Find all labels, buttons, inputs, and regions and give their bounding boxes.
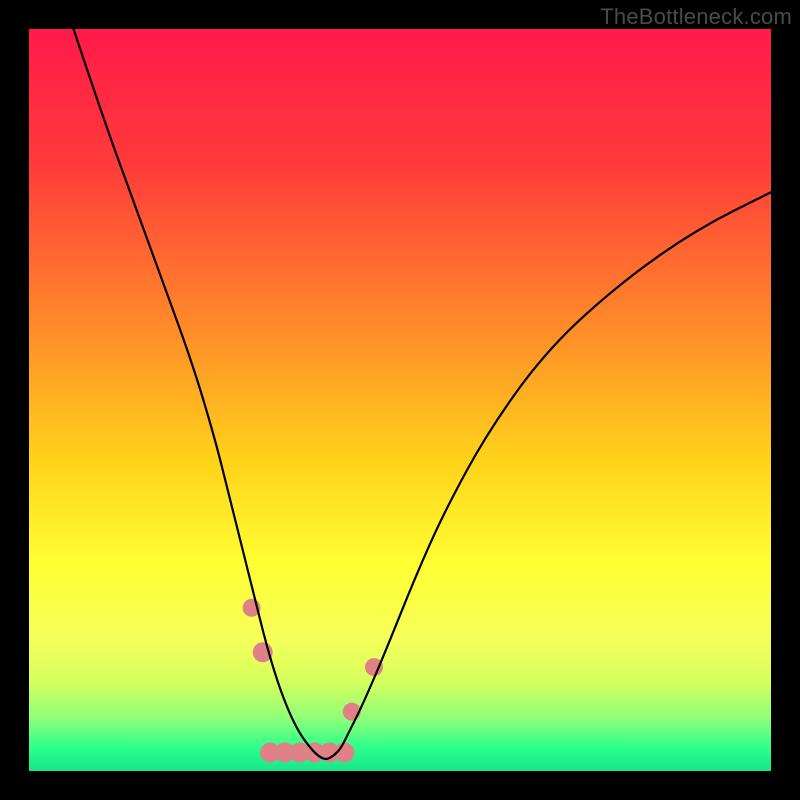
chart-svg: [29, 29, 771, 771]
gradient-background: [29, 29, 771, 771]
watermark-text: TheBottleneck.com: [600, 4, 792, 30]
plot-area: [29, 29, 771, 771]
chart-frame: TheBottleneck.com: [0, 0, 800, 800]
